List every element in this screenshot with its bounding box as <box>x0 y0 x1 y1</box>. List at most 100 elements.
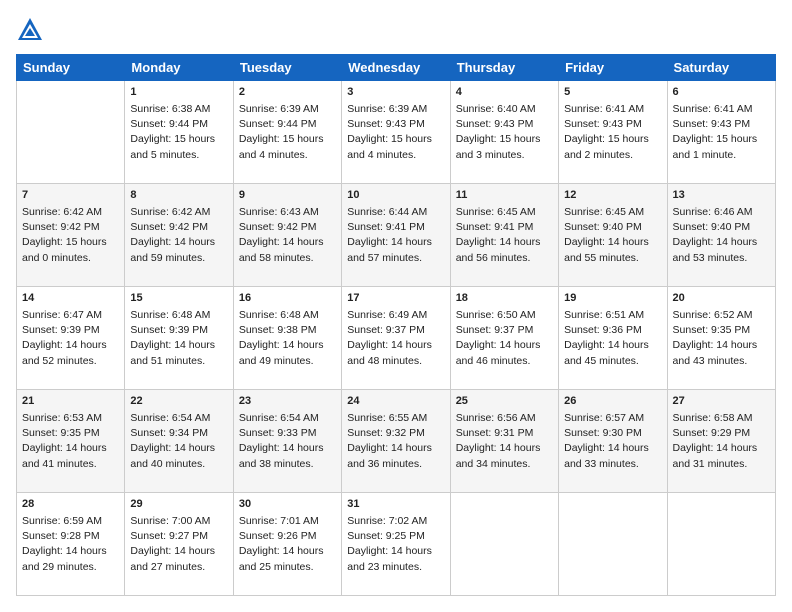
day-number: 8 <box>130 188 227 204</box>
sunset-text: Sunset: 9:42 PM <box>22 221 100 233</box>
header <box>16 16 776 44</box>
day-number: 11 <box>456 188 553 204</box>
day-number: 10 <box>347 188 444 204</box>
day-number: 24 <box>347 394 444 410</box>
logo-icon <box>16 16 44 44</box>
sunset-text: Sunset: 9:29 PM <box>673 427 751 439</box>
sunrise-text: Sunrise: 6:50 AM <box>456 309 536 321</box>
day-number: 4 <box>456 85 553 101</box>
day-number: 7 <box>22 188 119 204</box>
sunset-text: Sunset: 9:35 PM <box>22 427 100 439</box>
daylight-text: Daylight: 15 hours and 5 minutes. <box>130 133 215 160</box>
sunrise-text: Sunrise: 6:41 AM <box>673 103 753 115</box>
calendar-cell: 7Sunrise: 6:42 AMSunset: 9:42 PMDaylight… <box>17 184 125 287</box>
weekday-header-tuesday: Tuesday <box>233 55 341 81</box>
daylight-text: Daylight: 14 hours and 56 minutes. <box>456 236 541 263</box>
daylight-text: Daylight: 15 hours and 2 minutes. <box>564 133 649 160</box>
day-number: 17 <box>347 291 444 307</box>
day-number: 2 <box>239 85 336 101</box>
sunrise-text: Sunrise: 7:00 AM <box>130 515 210 527</box>
day-number: 22 <box>130 394 227 410</box>
sunset-text: Sunset: 9:37 PM <box>456 324 534 336</box>
weekday-header-monday: Monday <box>125 55 233 81</box>
daylight-text: Daylight: 14 hours and 31 minutes. <box>673 442 758 469</box>
sunrise-text: Sunrise: 6:54 AM <box>130 412 210 424</box>
sunrise-text: Sunrise: 6:38 AM <box>130 103 210 115</box>
calendar-table: SundayMondayTuesdayWednesdayThursdayFrid… <box>16 54 776 596</box>
daylight-text: Daylight: 14 hours and 48 minutes. <box>347 339 432 366</box>
calendar-cell: 27Sunrise: 6:58 AMSunset: 9:29 PMDayligh… <box>667 390 775 493</box>
daylight-text: Daylight: 14 hours and 52 minutes. <box>22 339 107 366</box>
sunset-text: Sunset: 9:42 PM <box>130 221 208 233</box>
day-number: 29 <box>130 497 227 513</box>
calendar-cell: 8Sunrise: 6:42 AMSunset: 9:42 PMDaylight… <box>125 184 233 287</box>
day-number: 9 <box>239 188 336 204</box>
sunset-text: Sunset: 9:39 PM <box>130 324 208 336</box>
day-number: 1 <box>130 85 227 101</box>
calendar-cell: 3Sunrise: 6:39 AMSunset: 9:43 PMDaylight… <box>342 81 450 184</box>
sunset-text: Sunset: 9:28 PM <box>22 530 100 542</box>
week-row-2: 7 Sunrise: 6:42 AM Sunset: 9:42 PM Daylight… <box>17 184 776 287</box>
sunset-text: Sunset: 9:37 PM <box>347 324 425 336</box>
calendar-cell: 28Sunrise: 6:59 AMSunset: 9:28 PMDayligh… <box>17 493 125 596</box>
sunrise-text: Sunrise: 6:56 AM <box>456 412 536 424</box>
calendar-cell <box>559 493 667 596</box>
day-number: 23 <box>239 394 336 410</box>
sunset-text: Sunset: 9:41 PM <box>347 221 425 233</box>
calendar-cell: 13Sunrise: 6:46 AMSunset: 9:40 PMDayligh… <box>667 184 775 287</box>
daylight-text: Daylight: 14 hours and 38 minutes. <box>239 442 324 469</box>
weekday-header-row: SundayMondayTuesdayWednesdayThursdayFrid… <box>17 55 776 81</box>
sunrise-text: Sunrise: 6:55 AM <box>347 412 427 424</box>
day-number: 19 <box>564 291 661 307</box>
sunrise-text: Sunrise: 6:45 AM <box>456 206 536 218</box>
daylight-text: Daylight: 14 hours and 29 minutes. <box>22 545 107 572</box>
daylight-text: Daylight: 14 hours and 57 minutes. <box>347 236 432 263</box>
sunrise-text: Sunrise: 6:57 AM <box>564 412 644 424</box>
sunset-text: Sunset: 9:25 PM <box>347 530 425 542</box>
sunrise-text: Sunrise: 6:51 AM <box>564 309 644 321</box>
daylight-text: Daylight: 14 hours and 40 minutes. <box>130 442 215 469</box>
day-number: 20 <box>673 291 770 307</box>
sunrise-text: Sunrise: 6:45 AM <box>564 206 644 218</box>
weekday-header-wednesday: Wednesday <box>342 55 450 81</box>
sunrise-text: Sunrise: 6:42 AM <box>130 206 210 218</box>
calendar-cell: 5Sunrise: 6:41 AMSunset: 9:43 PMDaylight… <box>559 81 667 184</box>
sunrise-text: Sunrise: 6:39 AM <box>239 103 319 115</box>
calendar-cell <box>667 493 775 596</box>
weekday-header-thursday: Thursday <box>450 55 558 81</box>
sunset-text: Sunset: 9:38 PM <box>239 324 317 336</box>
daylight-text: Daylight: 14 hours and 58 minutes. <box>239 236 324 263</box>
calendar-cell: 23Sunrise: 6:54 AMSunset: 9:33 PMDayligh… <box>233 390 341 493</box>
daylight-text: Daylight: 14 hours and 46 minutes. <box>456 339 541 366</box>
calendar-cell <box>450 493 558 596</box>
calendar-cell: 18Sunrise: 6:50 AMSunset: 9:37 PMDayligh… <box>450 287 558 390</box>
day-number: 31 <box>347 497 444 513</box>
sunset-text: Sunset: 9:41 PM <box>456 221 534 233</box>
sunset-text: Sunset: 9:40 PM <box>673 221 751 233</box>
sunset-text: Sunset: 9:39 PM <box>22 324 100 336</box>
day-number: 16 <box>239 291 336 307</box>
sunset-text: Sunset: 9:27 PM <box>130 530 208 542</box>
calendar-cell: 2Sunrise: 6:39 AMSunset: 9:44 PMDaylight… <box>233 81 341 184</box>
daylight-text: Daylight: 14 hours and 43 minutes. <box>673 339 758 366</box>
sunrise-text: Sunrise: 6:41 AM <box>564 103 644 115</box>
daylight-text: Daylight: 14 hours and 34 minutes. <box>456 442 541 469</box>
weekday-header-sunday: Sunday <box>17 55 125 81</box>
sunrise-text: Sunrise: 6:58 AM <box>673 412 753 424</box>
sunrise-text: Sunrise: 6:44 AM <box>347 206 427 218</box>
sunset-text: Sunset: 9:43 PM <box>347 118 425 130</box>
sunset-text: Sunset: 9:31 PM <box>456 427 534 439</box>
week-row-3: 14Sunrise: 6:47 AMSunset: 9:39 PMDayligh… <box>17 287 776 390</box>
weekday-header-saturday: Saturday <box>667 55 775 81</box>
sunrise-text: Sunrise: 7:02 AM <box>347 515 427 527</box>
sunset-text: Sunset: 9:44 PM <box>130 118 208 130</box>
daylight-text: Daylight: 15 hours and 4 minutes. <box>239 133 324 160</box>
sunrise-text: Sunrise: 6:42 AM <box>22 206 102 218</box>
daylight-text: Daylight: 14 hours and 36 minutes. <box>347 442 432 469</box>
daylight-text: Daylight: 15 hours and 3 minutes. <box>456 133 541 160</box>
day-number: 28 <box>22 497 119 513</box>
calendar-cell: 17Sunrise: 6:49 AMSunset: 9:37 PMDayligh… <box>342 287 450 390</box>
daylight-text: Daylight: 14 hours and 25 minutes. <box>239 545 324 572</box>
calendar-cell: 30Sunrise: 7:01 AMSunset: 9:26 PMDayligh… <box>233 493 341 596</box>
calendar-cell: 14Sunrise: 6:47 AMSunset: 9:39 PMDayligh… <box>17 287 125 390</box>
